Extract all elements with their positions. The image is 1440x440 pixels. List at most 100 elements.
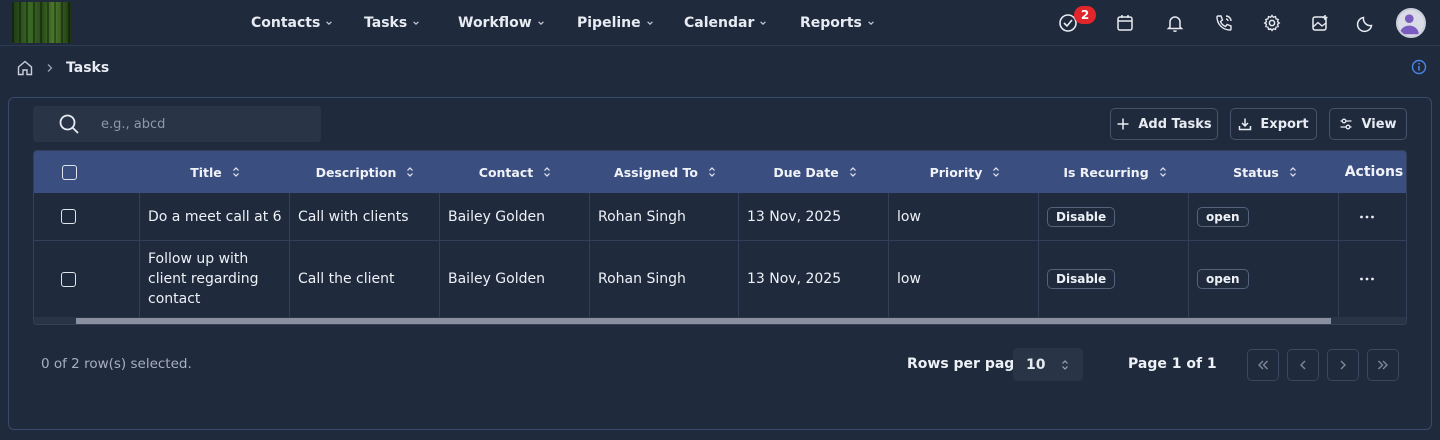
nav-contacts[interactable]: Contacts (251, 0, 333, 46)
add-tasks-button[interactable]: Add Tasks (1110, 108, 1218, 140)
header-select-cell (34, 151, 104, 193)
previous-page-button[interactable] (1287, 349, 1319, 381)
plus-icon (1117, 118, 1129, 130)
cell-title: Follow up with client regarding contact (140, 241, 290, 317)
column-title[interactable]: Title (140, 151, 290, 193)
sort-icon (544, 167, 551, 177)
last-page-button[interactable] (1367, 349, 1399, 381)
download-icon (1239, 118, 1252, 131)
phone-call-icon[interactable] (1214, 13, 1234, 33)
nav-pipeline-label: Pipeline (577, 15, 641, 31)
cell-due-date: 13 Nov, 2025 (739, 241, 889, 317)
cell-assigned-to: Rohan Singh (590, 241, 739, 317)
status-badge: open (1197, 269, 1249, 289)
search-input[interactable] (101, 106, 311, 142)
export-button[interactable]: Export (1230, 108, 1317, 140)
cell-description: Call the client (290, 241, 440, 317)
table-row[interactable]: Do a meet call at 6 Call with clients Ba… (34, 193, 1406, 241)
column-priority[interactable]: Priority (890, 151, 1040, 193)
selection-count: 0 of 2 row(s) selected. (41, 356, 192, 372)
cell-assigned-to: Rohan Singh (590, 193, 739, 240)
row-select-cell (34, 241, 140, 317)
nav-contacts-label: Contacts (251, 15, 321, 31)
task-count-badge: 2 (1074, 6, 1096, 24)
column-due-date-label: Due Date (773, 164, 839, 180)
sort-icon (407, 167, 414, 177)
chevrons-right-icon (1378, 360, 1388, 370)
row-checkbox[interactable] (61, 209, 76, 224)
page-indicator: Page 1 of 1 (1128, 356, 1217, 372)
home-icon[interactable] (16, 59, 34, 77)
chevron-right-icon (1340, 360, 1346, 370)
nav-calendar[interactable]: Calendar (684, 0, 767, 46)
brand-logo[interactable] (12, 2, 72, 43)
nav-reports[interactable]: Reports (800, 0, 875, 46)
more-horizontal-icon[interactable] (1359, 215, 1375, 219)
column-contact[interactable]: Contact (440, 151, 590, 193)
row-checkbox[interactable] (61, 271, 76, 287)
table-header: Title Description Contact Assigned To Du… (34, 151, 1406, 193)
column-status-label: Status (1233, 164, 1279, 180)
first-page-button[interactable] (1247, 349, 1279, 381)
chevron-down-icon (537, 21, 544, 25)
table-row[interactable]: Follow up with client regarding contact … (34, 241, 1406, 317)
nav-workflow[interactable]: Workflow (458, 0, 545, 46)
user-avatar[interactable] (1396, 8, 1426, 38)
calendar-icon[interactable] (1115, 13, 1135, 33)
chevron-down-icon (760, 21, 767, 25)
next-page-button[interactable] (1327, 349, 1359, 381)
image-add-icon[interactable] (1310, 13, 1330, 33)
column-description-label: Description (315, 164, 397, 180)
cell-is-recurring: Disable (1039, 193, 1189, 240)
cell-is-recurring: Disable (1039, 241, 1189, 317)
breadcrumb: Tasks (16, 58, 109, 78)
column-priority-label: Priority (929, 164, 983, 180)
column-due-date[interactable]: Due Date (740, 151, 890, 193)
bell-icon[interactable] (1165, 13, 1185, 33)
nav-reports-label: Reports (800, 15, 862, 31)
more-horizontal-icon[interactable] (1359, 277, 1375, 281)
column-status[interactable]: Status (1190, 151, 1340, 193)
horizontal-scrollbar[interactable] (76, 318, 1331, 324)
cell-contact: Bailey Golden (440, 193, 590, 240)
column-assigned-to-label: Assigned To (614, 164, 698, 180)
chevron-down-icon (413, 21, 419, 25)
select-all-checkbox[interactable] (61, 164, 77, 180)
recurring-badge: Disable (1047, 206, 1116, 227)
cell-actions (1339, 241, 1406, 317)
nav-workflow-label: Workflow (458, 15, 532, 31)
breadcrumb-current: Tasks (66, 60, 110, 76)
moon-icon[interactable] (1356, 13, 1376, 33)
column-assigned-to[interactable]: Assigned To (590, 151, 740, 193)
nav-pipeline[interactable]: Pipeline (577, 0, 654, 46)
chevron-down-icon (646, 21, 653, 25)
cell-status: open (1189, 193, 1339, 240)
rows-per-page-label: Rows per page (907, 356, 1024, 372)
nav-tasks[interactable]: Tasks (364, 0, 420, 46)
sort-icon (1289, 167, 1296, 177)
nav-tasks-label: Tasks (364, 15, 408, 31)
gear-icon[interactable] (1262, 13, 1282, 33)
sort-icon (232, 167, 239, 177)
column-description[interactable]: Description (290, 151, 440, 193)
column-actions-label: Actions (1344, 164, 1404, 180)
chevron-left-icon (1300, 360, 1306, 370)
top-navbar: Contacts Tasks Workflow Pipeline Calenda… (0, 0, 1440, 46)
cell-due-date: 13 Nov, 2025 (739, 193, 889, 240)
recurring-badge: Disable (1047, 269, 1116, 289)
info-icon[interactable] (1411, 59, 1427, 75)
add-tasks-label: Add Tasks (1138, 116, 1212, 132)
cell-priority: low (889, 241, 1039, 317)
cell-contact: Bailey Golden (440, 241, 590, 317)
export-label: Export (1260, 116, 1309, 132)
view-button[interactable]: View (1329, 108, 1407, 140)
row-select-cell (34, 193, 140, 240)
rows-per-page-select[interactable]: 10 (1013, 348, 1083, 381)
chevron-down-icon (868, 21, 874, 25)
search-icon (59, 114, 79, 134)
sort-icon (709, 167, 715, 177)
view-label: View (1361, 116, 1397, 132)
chevron-up-down-icon (1062, 360, 1068, 370)
column-is-recurring[interactable]: Is Recurring (1040, 151, 1190, 193)
column-title-label: Title (190, 164, 222, 180)
